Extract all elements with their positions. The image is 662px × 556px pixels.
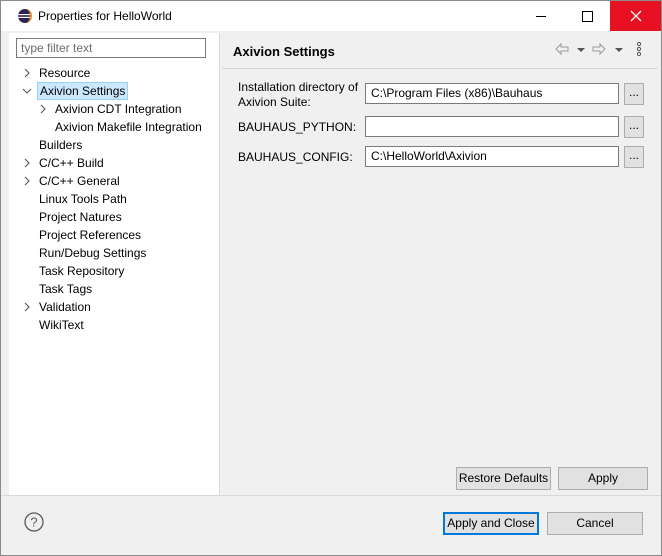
tree-item-label: Project Natures (39, 210, 122, 224)
tree-item-label: C/C++ General (39, 174, 120, 188)
tree-item-label: Axivion Settings (37, 82, 129, 100)
maximize-button[interactable] (564, 1, 610, 31)
sidebar: Resource Axivion Settings Axivion CDT Inte… (9, 33, 220, 495)
tree-item-label: Linux Tools Path (39, 192, 127, 206)
chevron-down-icon[interactable] (21, 82, 33, 100)
forward-arrow-icon[interactable] (591, 41, 607, 57)
title-bar: Properties for HelloWorld (1, 1, 661, 31)
tree-item-label: Axivion CDT Integration (55, 102, 182, 116)
window-title: Properties for HelloWorld (38, 9, 172, 23)
help-icon[interactable]: ? (24, 512, 44, 532)
install-dir-label-line2: Axivion Suite: (238, 95, 311, 109)
tree-item-label: Task Repository (39, 264, 125, 278)
back-menu-icon[interactable] (573, 41, 589, 57)
install-dir-browse-button[interactable]: ... (624, 83, 644, 105)
page-title: Axivion Settings (233, 44, 335, 59)
restore-defaults-button[interactable]: Restore Defaults (456, 467, 551, 490)
filter-input[interactable] (16, 38, 206, 58)
install-dir-label-line1: Installation directory of (238, 80, 359, 94)
bauhaus-config-browse-button[interactable]: ... (624, 146, 644, 168)
close-icon (630, 10, 641, 22)
tree-item-label: Task Tags (39, 282, 93, 296)
header-separator (222, 68, 658, 69)
svg-text:?: ? (30, 515, 37, 530)
maximize-icon (581, 10, 593, 22)
cancel-button[interactable]: Cancel (547, 512, 643, 535)
tree-item-label: Axivion Makefile Integration (55, 120, 202, 134)
bauhaus-config-input[interactable]: C:\HelloWorld\Axivion (365, 146, 619, 167)
view-menu-icon[interactable] (631, 41, 647, 57)
tree-item-label: Validation (39, 300, 91, 314)
eclipse-icon (18, 9, 32, 23)
bauhaus-python-label: BAUHAUS_PYTHON: (238, 120, 357, 134)
apply-and-close-button[interactable]: Apply and Close (443, 512, 539, 535)
install-dir-input[interactable]: C:\Program Files (x86)\Bauhaus (365, 83, 619, 104)
tree-item-label: Run/Debug Settings (39, 246, 147, 260)
main-panel: Axivion Settings Installation directory … (220, 33, 661, 495)
chevron-right-icon[interactable] (21, 154, 33, 172)
close-button[interactable] (610, 1, 661, 31)
minimize-button[interactable] (518, 1, 564, 31)
chevron-right-icon[interactable] (21, 64, 33, 82)
bauhaus-python-browse-button[interactable]: ... (624, 116, 644, 138)
tree-item-label: C/C++ Build (39, 156, 104, 170)
back-arrow-icon[interactable] (554, 41, 570, 57)
bauhaus-config-label: BAUHAUS_CONFIG: (238, 150, 353, 164)
footer-separator (1, 495, 661, 496)
chevron-right-icon[interactable] (21, 172, 33, 190)
tree-item-label: WikiText (39, 318, 84, 332)
apply-button[interactable]: Apply (558, 467, 648, 490)
bauhaus-python-input[interactable] (365, 116, 619, 137)
tree-item-label: Builders (39, 138, 83, 152)
chevron-right-icon[interactable] (21, 298, 33, 316)
properties-dialog: Properties for HelloWorld Resource Axivio… (0, 0, 662, 556)
forward-menu-icon[interactable] (611, 41, 627, 57)
minimize-icon (536, 15, 546, 17)
tree-item-label: Resource (39, 66, 91, 80)
tree-item-label: Project References (39, 228, 142, 242)
chevron-right-icon[interactable] (37, 100, 49, 118)
